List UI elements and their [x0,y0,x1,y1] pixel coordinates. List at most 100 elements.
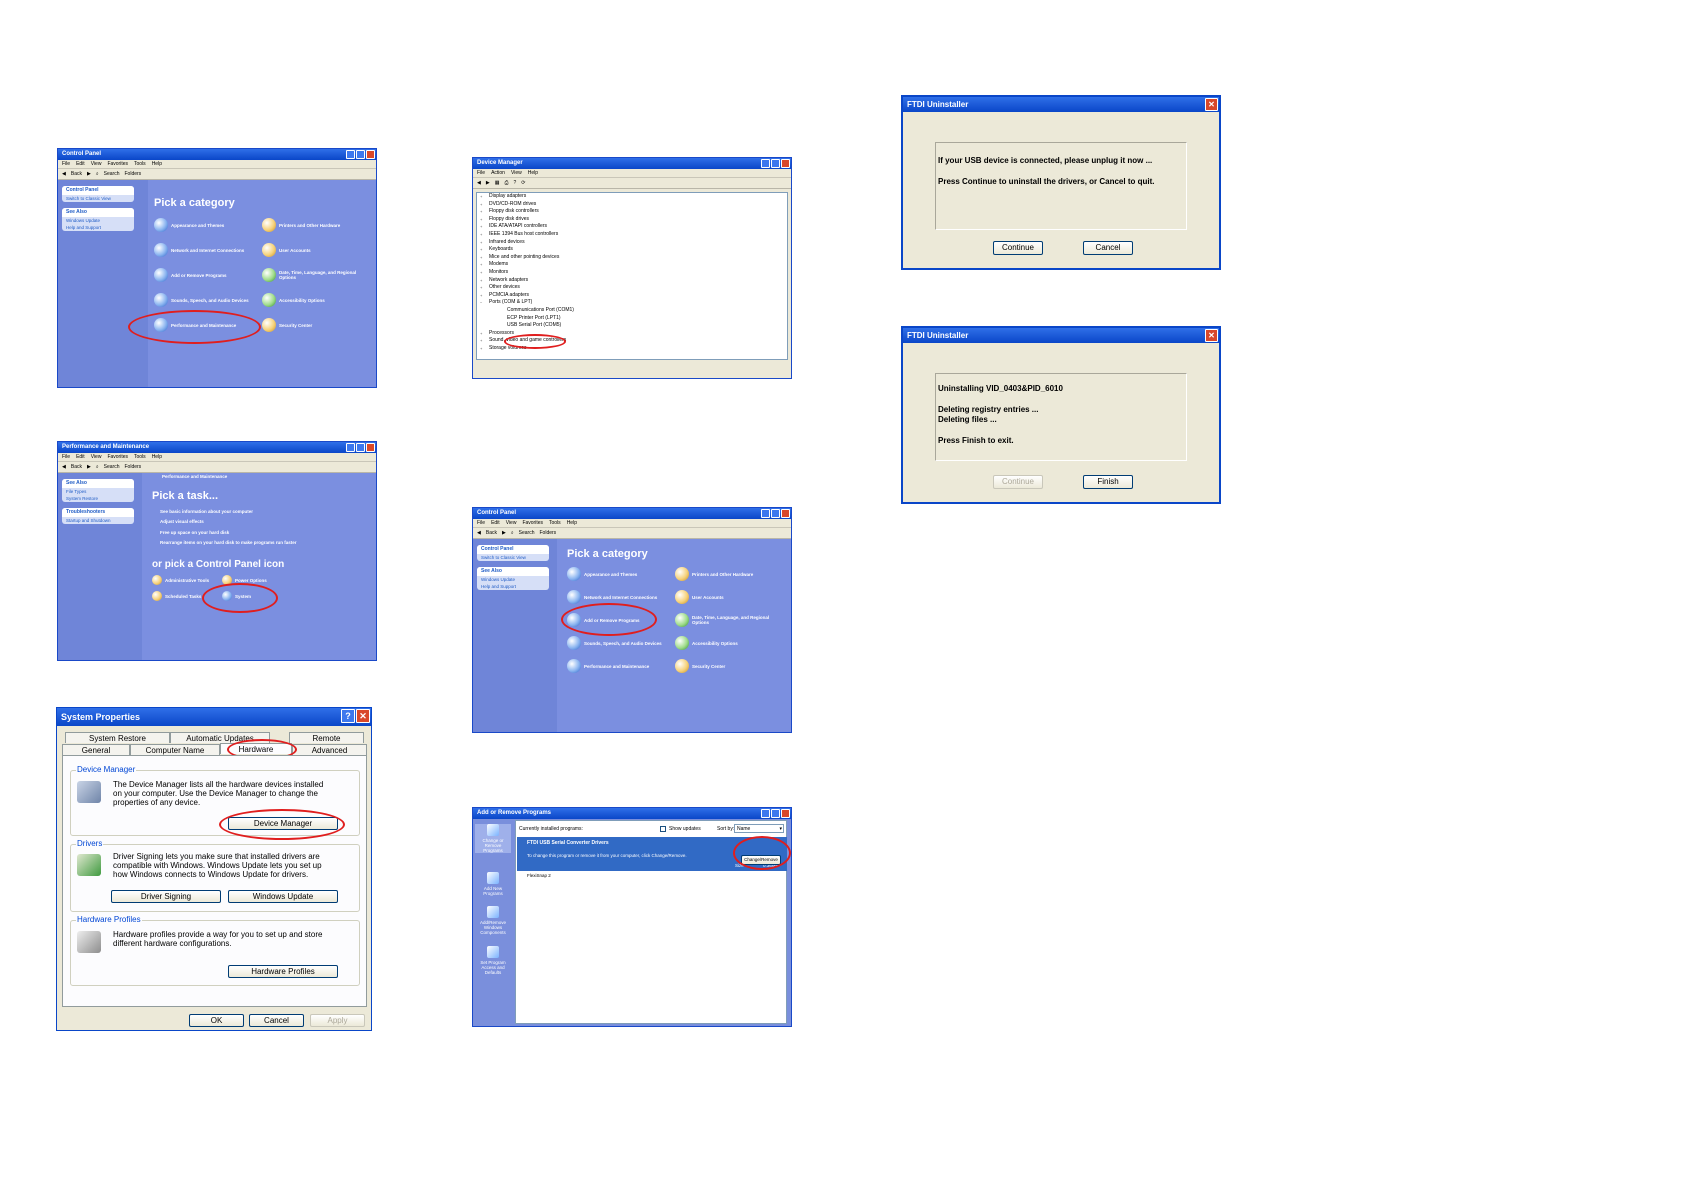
menu-view[interactable]: View [506,520,517,526]
forward-icon[interactable]: ▶ [87,171,91,177]
close-icon[interactable]: ✕ [1205,329,1218,342]
startup-shutdown-link[interactable]: Startup and Shutdown [62,517,134,524]
driver-signing-button[interactable]: Driver Signing [111,890,221,903]
device-tree-category[interactable]: Keyboards [477,246,787,254]
category-accessibility[interactable]: Accessibility Options [675,636,738,650]
switch-classic-link[interactable]: Switch to Classic View [477,554,549,561]
close-icon[interactable] [366,443,375,452]
menu-file[interactable]: File [477,170,485,176]
device-tree-category[interactable]: Ports (COM & LPT) [477,299,787,307]
category-sounds[interactable]: Sounds, Speech, and Audio Devices [567,636,662,650]
menu-tools[interactable]: Tools [549,520,561,526]
menu-file[interactable]: File [62,454,70,460]
add-new-programs-nav[interactable]: Add New Programs [475,872,511,896]
device-tree-child[interactable]: Communications Port (COM1) [477,307,787,315]
search-icon[interactable]: ⌕ [96,464,99,470]
scan-icon[interactable]: ⟳ [521,180,525,186]
task-link[interactable]: See basic information about your compute… [160,509,253,514]
category-user-accounts[interactable]: User Accounts [262,243,311,257]
device-tree-category[interactable]: Modems [477,261,787,269]
cancel-button[interactable]: Cancel [249,1014,304,1027]
minimize-icon[interactable] [761,509,770,518]
device-tree-child[interactable]: USB Serial Port (COM5) [477,322,787,330]
menu-favorites[interactable]: Favorites [522,520,543,526]
menu-help[interactable]: Help [152,454,162,460]
minimize-icon[interactable] [346,443,355,452]
tab-general[interactable]: General [62,744,130,755]
back-icon[interactable]: ◀ [62,171,66,177]
search-button[interactable]: Search [104,464,120,470]
category-security[interactable]: Security Center [675,659,725,673]
device-tree-category[interactable]: Other devices [477,284,787,292]
windows-update-button[interactable]: Windows Update [228,890,338,903]
device-tree-category[interactable]: Infrared devices [477,239,787,247]
folders-button[interactable]: Folders [125,464,142,470]
category-performance[interactable]: Performance and Maintenance [567,659,649,673]
properties-icon[interactable]: ▦ [495,180,500,186]
admin-tools-item[interactable]: Administrative Tools [152,575,209,585]
tab-advanced[interactable]: Advanced [292,744,367,755]
menu-edit[interactable]: Edit [491,520,500,526]
minimize-icon[interactable] [761,159,770,168]
help-icon[interactable]: ? [341,709,355,723]
minimize-icon[interactable] [346,150,355,159]
category-sounds[interactable]: Sounds, Speech, and Audio Devices [154,293,249,307]
ok-button[interactable]: OK [189,1014,244,1027]
menu-favorites[interactable]: Favorites [107,161,128,167]
maximize-icon[interactable] [356,150,365,159]
device-tree-category[interactable]: Floppy disk controllers [477,208,787,216]
category-network[interactable]: Network and Internet Connections [154,243,244,257]
menu-view[interactable]: View [91,161,102,167]
forward-icon[interactable]: ▶ [502,530,506,536]
back-button[interactable]: Back [71,464,82,470]
close-icon[interactable]: ✕ [356,709,370,723]
sort-by-select[interactable]: Name ▾ [734,824,784,833]
task-link[interactable]: Adjust visual effects [160,519,204,524]
menu-file[interactable]: File [477,520,485,526]
system-restore-link[interactable]: System Restore [62,495,134,502]
back-icon[interactable]: ◀ [477,530,481,536]
switch-classic-link[interactable]: Switch to Classic View [62,195,134,202]
task-link[interactable]: Free up space on your hard disk [160,530,229,535]
device-tree-category[interactable]: PCMCIA adapters [477,292,787,300]
help-icon[interactable]: ? [513,180,516,186]
cancel-button[interactable]: Cancel [1083,241,1133,255]
category-add-remove[interactable]: Add or Remove Programs [154,268,227,282]
category-security[interactable]: Security Center [262,318,312,332]
search-icon[interactable]: ⌕ [511,530,514,536]
finish-button[interactable]: Finish [1083,475,1133,489]
menu-help[interactable]: Help [567,520,577,526]
tab-remote[interactable]: Remote [289,732,364,743]
program-access-nav[interactable]: Set Program Access and Defaults [475,946,511,975]
category-user-accounts[interactable]: User Accounts [675,590,724,604]
menu-help[interactable]: Help [152,161,162,167]
tab-computer-name[interactable]: Computer Name [130,744,220,755]
program-name[interactable]: FlexiSnap 2 [527,873,551,878]
category-printers[interactable]: Printers and Other Hardware [675,567,753,581]
hardware-profiles-button[interactable]: Hardware Profiles [228,965,338,978]
show-updates-checkbox[interactable] [660,826,666,832]
menu-view[interactable]: View [511,170,522,176]
device-tree-category[interactable]: Display adapters [477,193,787,201]
device-tree-category[interactable]: IDE ATA/ATAPI controllers [477,223,787,231]
maximize-icon[interactable] [771,809,780,818]
close-icon[interactable] [781,159,790,168]
menu-edit[interactable]: Edit [76,454,85,460]
menu-help[interactable]: Help [528,170,538,176]
device-tree-child[interactable]: ECP Printer Port (LPT1) [477,315,787,323]
category-date-time[interactable]: Date, Time, Language, and Regional Optio… [262,268,362,282]
menu-favorites[interactable]: Favorites [107,454,128,460]
back-button[interactable]: Back [71,171,82,177]
help-support-link[interactable]: Help and Support [62,224,134,231]
menu-file[interactable]: File [62,161,70,167]
category-accessibility[interactable]: Accessibility Options [262,293,325,307]
close-icon[interactable]: ✕ [1205,98,1218,111]
tab-system-restore[interactable]: System Restore [65,732,170,743]
close-icon[interactable] [781,509,790,518]
menu-action[interactable]: Action [491,170,505,176]
device-tree-category[interactable]: IEEE 1394 Bus host controllers [477,231,787,239]
close-icon[interactable] [366,150,375,159]
maximize-icon[interactable] [771,159,780,168]
search-button[interactable]: Search [104,171,120,177]
task-link[interactable]: Rearrange items on your hard disk to mak… [160,540,297,545]
